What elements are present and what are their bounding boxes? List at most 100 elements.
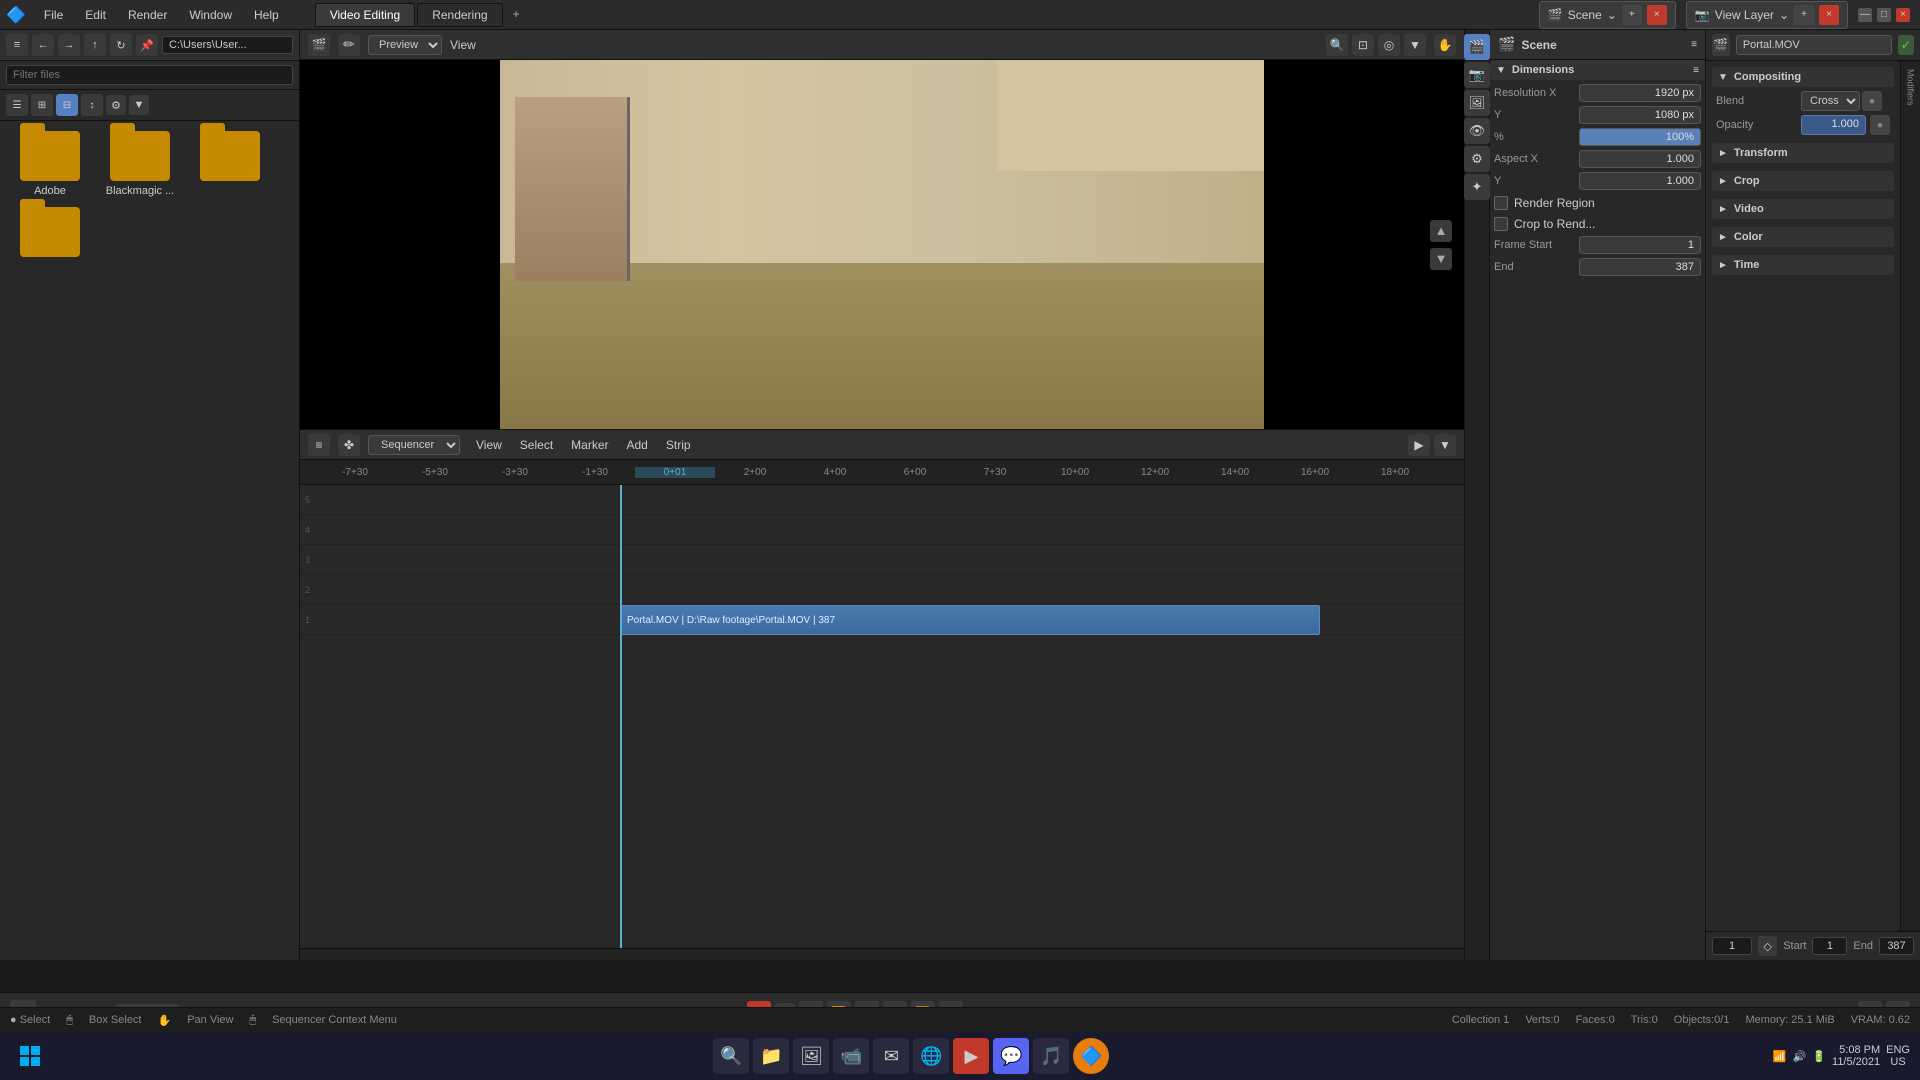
- crop-header[interactable]: ► Crop: [1712, 171, 1894, 191]
- taskbar-search[interactable]: 🔍: [713, 1038, 749, 1074]
- folder-blackmagic[interactable]: Blackmagic ...: [100, 131, 180, 197]
- taskbar-blender[interactable]: 🔷: [1073, 1038, 1109, 1074]
- view-layer-selector[interactable]: 📷 View Layer ⌄ + ×: [1686, 1, 1848, 29]
- overlay-button[interactable]: ◎: [1378, 34, 1400, 56]
- minimize-button[interactable]: —: [1858, 8, 1872, 22]
- frame-start-value[interactable]: 1: [1579, 236, 1701, 254]
- aspect-x-value[interactable]: 1.000: [1579, 150, 1701, 168]
- seq-menu-strip[interactable]: Strip: [658, 435, 699, 455]
- strip-check-icon[interactable]: ✓: [1898, 35, 1914, 55]
- taskbar-files[interactable]: 📁: [753, 1038, 789, 1074]
- bookmark-button[interactable]: 📌: [136, 34, 158, 56]
- time-header[interactable]: ► Time: [1712, 255, 1894, 275]
- tab-rendering[interactable]: Rendering: [417, 3, 502, 27]
- start-frame-input[interactable]: [1812, 937, 1847, 955]
- taskbar-discord[interactable]: 💬: [993, 1038, 1029, 1074]
- up-button[interactable]: ↑: [84, 34, 106, 56]
- sequencer-dropdown[interactable]: Sequencer: [368, 435, 460, 455]
- dimensions-header[interactable]: ▼ Dimensions ≡: [1490, 60, 1705, 80]
- seq-preview-button[interactable]: ▶: [1408, 434, 1430, 456]
- navigation-icon[interactable]: ✋: [1434, 34, 1456, 56]
- aspect-y-value[interactable]: 1.000: [1579, 172, 1701, 190]
- resolution-y-value[interactable]: 1080 px: [1579, 106, 1701, 124]
- workspace-mode-icon[interactable]: ≡: [6, 34, 28, 56]
- resolution-x-value[interactable]: 1920 px: [1579, 84, 1701, 102]
- menu-window[interactable]: Window: [179, 4, 242, 26]
- compositing-header[interactable]: ▼ Compositing: [1712, 67, 1894, 87]
- opacity-dot-button[interactable]: ●: [1870, 115, 1890, 135]
- dimensions-menu-icon[interactable]: ≡: [1693, 65, 1699, 76]
- taskbar-youtube[interactable]: ▶: [953, 1038, 989, 1074]
- transform-header[interactable]: ► Transform: [1712, 143, 1894, 163]
- seq-options-button[interactable]: ▼: [1434, 434, 1456, 456]
- render-region-checkbox[interactable]: [1494, 196, 1508, 210]
- sort-button[interactable]: ↕: [81, 94, 103, 116]
- mark-0+01[interactable]: 0+01: [635, 467, 715, 478]
- scene-selector[interactable]: 🎬 Scene ⌄ + ×: [1539, 1, 1676, 29]
- opacity-value[interactable]: 1.000: [1801, 115, 1866, 135]
- end-frame-input[interactable]: [1879, 937, 1914, 955]
- display-options-button[interactable]: ▼: [129, 95, 149, 115]
- start-button[interactable]: [10, 1036, 50, 1076]
- seq-menu-view[interactable]: View: [468, 435, 510, 455]
- filter-button[interactable]: ⚙: [106, 95, 126, 115]
- render-props-icon[interactable]: 📷: [1464, 62, 1490, 88]
- view-layer-remove-icon[interactable]: ×: [1819, 5, 1839, 25]
- keyframe-button[interactable]: ◇: [1758, 936, 1777, 956]
- reload-button[interactable]: ↻: [110, 34, 132, 56]
- video-header[interactable]: ► Video: [1712, 199, 1894, 219]
- search-input[interactable]: [6, 65, 293, 85]
- preview-options-button[interactable]: ▼: [1404, 34, 1426, 56]
- folder-adobe[interactable]: Adobe: [10, 131, 90, 197]
- close-button[interactable]: ×: [1896, 8, 1910, 22]
- blend-dot-button[interactable]: ●: [1862, 91, 1882, 111]
- taskbar-meet[interactable]: 📹: [833, 1038, 869, 1074]
- resolution-pct-value[interactable]: 100%: [1579, 128, 1701, 146]
- add-workspace-button[interactable]: +: [505, 3, 528, 27]
- grid-view-button[interactable]: ⊞: [31, 94, 53, 116]
- seq-menu-add[interactable]: Add: [619, 435, 656, 455]
- seq-tool-icon[interactable]: ✤: [338, 434, 360, 456]
- menu-edit[interactable]: Edit: [75, 4, 116, 26]
- forward-button[interactable]: →: [58, 34, 80, 56]
- modifiers-tab[interactable]: Modifiers: [1904, 65, 1918, 110]
- properties-menu-icon[interactable]: ≡: [1691, 39, 1697, 50]
- menu-render[interactable]: Render: [118, 4, 177, 26]
- nav-down-button[interactable]: ▼: [1430, 248, 1452, 270]
- frame-end-value[interactable]: 387: [1579, 258, 1701, 276]
- folder-3[interactable]: [190, 131, 270, 197]
- current-frame-input[interactable]: [1712, 937, 1752, 955]
- seq-menu-select[interactable]: Select: [512, 435, 561, 455]
- preview-pencil-icon[interactable]: ✏: [338, 34, 360, 56]
- preview-mode-select[interactable]: Preview: [368, 35, 442, 55]
- taskbar-browser[interactable]: 🌐: [913, 1038, 949, 1074]
- strip-name-input[interactable]: [1736, 35, 1892, 55]
- seq-mode-icon[interactable]: ≡: [308, 434, 330, 456]
- scene-remove-icon[interactable]: ×: [1647, 5, 1667, 25]
- taskbar-mail[interactable]: ✉: [873, 1038, 909, 1074]
- menu-file[interactable]: File: [34, 4, 73, 26]
- view-layer-add-icon[interactable]: +: [1794, 5, 1814, 25]
- view-props-icon[interactable]: 👁: [1464, 118, 1490, 144]
- scene-add-icon[interactable]: +: [1622, 5, 1642, 25]
- color-header[interactable]: ► Color: [1712, 227, 1894, 247]
- menu-help[interactable]: Help: [244, 4, 289, 26]
- maximize-button[interactable]: □: [1877, 8, 1891, 22]
- icon-view-button[interactable]: ⊟: [56, 94, 78, 116]
- seq-menu-marker[interactable]: Marker: [563, 435, 616, 455]
- playhead[interactable]: [620, 485, 622, 948]
- timeline-content[interactable]: 5 4 3 2 1: [300, 485, 1464, 948]
- zoom-button[interactable]: 🔍: [1326, 34, 1348, 56]
- nav-up-button[interactable]: ▲: [1430, 220, 1452, 242]
- timeline-scrollbar[interactable]: [300, 948, 1464, 960]
- video-strip[interactable]: Portal.MOV | D:\Raw footage\Portal.MOV |…: [620, 605, 1320, 635]
- scene-props-icon[interactable]: 🎬: [1464, 34, 1490, 60]
- taskbar-gallery[interactable]: 🖼: [793, 1038, 829, 1074]
- output-props-icon[interactable]: 🖼: [1464, 90, 1490, 116]
- blend-select[interactable]: Cross: [1801, 91, 1860, 111]
- path-input[interactable]: C:\Users\User...: [162, 36, 293, 54]
- taskbar-music[interactable]: 🎵: [1033, 1038, 1069, 1074]
- crop-to-render-checkbox[interactable]: [1494, 217, 1508, 231]
- folder-4[interactable]: [10, 207, 90, 261]
- object-props-icon[interactable]: ⚙: [1464, 146, 1490, 172]
